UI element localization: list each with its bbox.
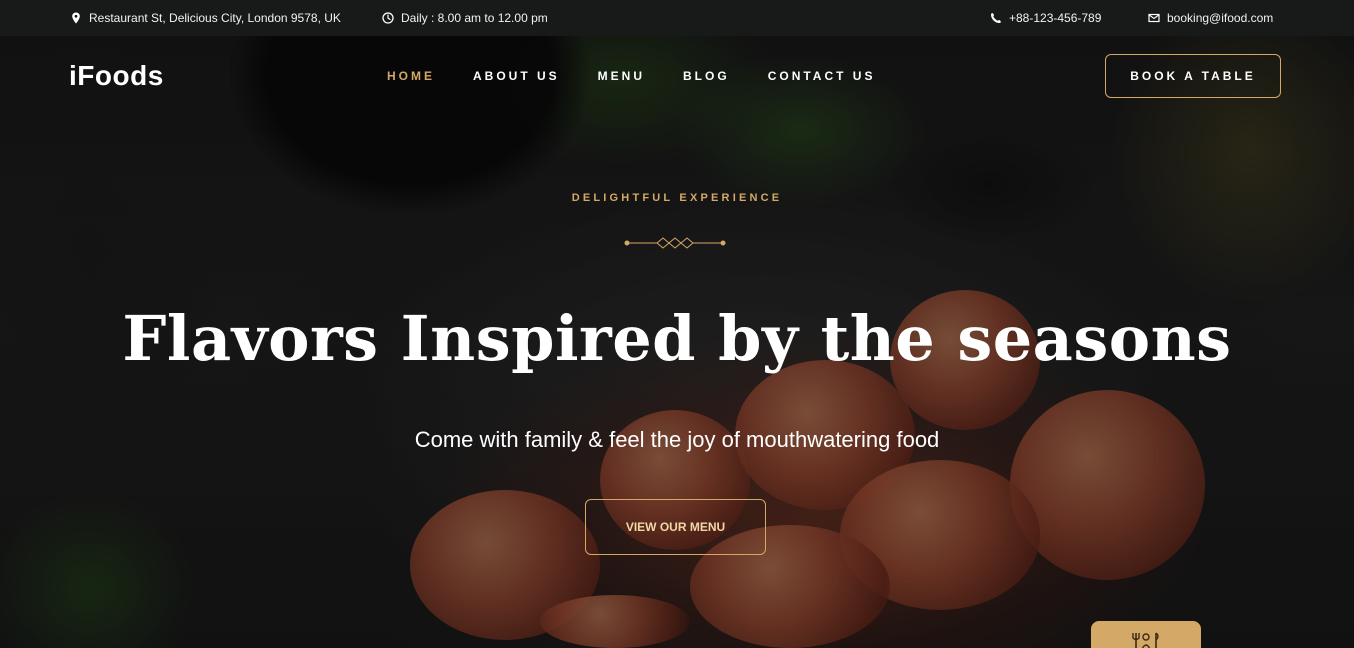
book-table-button[interactable]: BOOK A TABLE [1105,54,1281,98]
envelope-icon [1148,13,1160,23]
phone-text: +88-123-456-789 [1009,11,1102,25]
email-text: booking@ifood.com [1167,11,1274,25]
hero-title: Flavors Inspired by the seasons [122,302,1232,375]
location-pin-icon [72,12,80,24]
hours-info: Daily : 8.00 am to 12.00 pm [382,11,548,25]
hero-subtitle: Come with family & feel the joy of mouth… [414,427,940,452]
phone-info[interactable]: +88-123-456-789 [990,11,1101,25]
nav-home[interactable]: HOME [387,69,435,83]
main-nav: HOME ABOUT US MENU BLOG CONTACT US [387,69,913,83]
hours-text: Daily : 8.00 am to 12.00 pm [401,11,548,25]
clock-icon [382,12,394,24]
nav-menu[interactable]: MENU [598,69,645,83]
dining-icon [1132,632,1159,648]
nav-about-us[interactable]: ABOUT US [473,69,560,83]
view-menu-button[interactable]: VIEW OUR MENU [585,499,766,555]
floating-badge[interactable] [1091,621,1201,648]
nav-blog[interactable]: BLOG [683,69,730,83]
address-info: Restaurant St, Delicious City, London 95… [70,11,341,25]
phone-icon [991,13,1001,23]
nav-contact-us[interactable]: CONTACT US [768,69,876,83]
top-info-bar: Restaurant St, Delicious City, London 95… [0,0,1354,36]
hero-eyebrow: DELIGHTFUL EXPERIENCE [571,192,783,204]
site-logo[interactable]: iFoods [69,60,164,92]
email-info[interactable]: booking@ifood.com [1148,11,1273,25]
ornament-divider-icon [624,237,726,249]
address-text: Restaurant St, Delicious City, London 95… [89,11,341,25]
